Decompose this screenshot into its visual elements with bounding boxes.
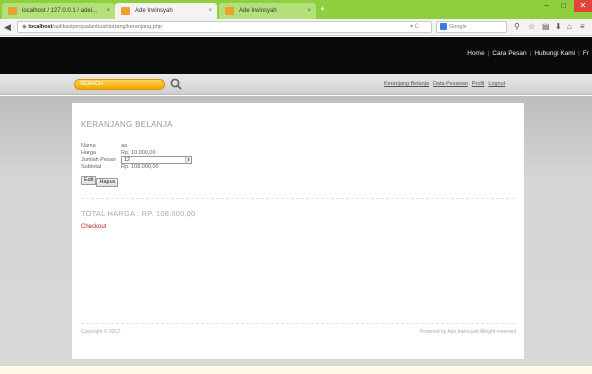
url-host: localhost (28, 24, 53, 30)
browser-nav-bar: ◀ ◉ localhost/aplikasipenjualanbuahbaran… (0, 19, 592, 36)
powered-by-text: Powered by Ade Irwinsyah Allright reserv… (419, 329, 516, 335)
site-header: Home | Cara Pesan | Hubungi Kami | Fr (0, 37, 592, 74)
spinner-arrows-icon[interactable]: ⬍ (185, 157, 191, 163)
field-value: Rp. 108.000,00 (121, 164, 159, 170)
reload-icon[interactable]: ▾ C (410, 21, 419, 33)
bookmarks-icon[interactable]: ▤ (542, 22, 550, 32)
link-logout[interactable]: Logout (488, 81, 505, 87)
url-path: /aplikasipenjualanbuahbarang/keranjang.p… (52, 24, 162, 30)
tab-title: localhost / 127.0.0.1 / adei... (22, 8, 98, 14)
minimize-button[interactable]: – (539, 0, 554, 12)
search-icon[interactable] (170, 77, 182, 91)
site-search-input[interactable]: SEARCH (74, 79, 165, 90)
phpmyadmin-favicon-icon (8, 7, 17, 15)
quantity-value: 12 (124, 157, 131, 163)
home-icon[interactable]: ⌂ (567, 22, 572, 32)
content-panel: KERANJANG BELANJA Nama aa Harga Rp. 10.0… (72, 103, 524, 359)
browser-tab-phpmyadmin[interactable]: localhost / 127.0.0.1 / adei... × (2, 3, 115, 19)
google-icon (440, 23, 447, 31)
main-nav: Home | Cara Pesan | Hubungi Kami | Fr (464, 50, 592, 57)
browser-tab-ade-1[interactable]: Ade Irwinsyah × (115, 3, 217, 19)
close-tab-icon[interactable]: × (208, 3, 212, 19)
link-keranjang-belanja[interactable]: Keranjang Belanja (384, 81, 429, 87)
back-arrow-icon[interactable]: ◀ (4, 22, 11, 32)
tab-title: Ade Irwinsyah (239, 8, 277, 14)
delete-button[interactable]: Hapus (96, 178, 119, 187)
field-value: aa (121, 143, 128, 149)
total-price: TOTAL HARGA : RP. 108.000,00 (81, 209, 196, 218)
field-label: Jumlah Pesan (81, 157, 116, 163)
nav-home[interactable]: Home (464, 50, 487, 57)
address-bar[interactable]: ◉ localhost/aplikasipenjualanbuahbarang/… (17, 21, 432, 33)
field-label: Harga (81, 150, 96, 156)
site-favicon-icon (225, 7, 234, 15)
search-icon[interactable]: ⚲ (514, 22, 520, 32)
quantity-stepper[interactable]: 12 ⬍ (121, 156, 192, 164)
divider (81, 323, 517, 324)
item-actions: Edit Hapus (81, 176, 119, 187)
divider (81, 198, 517, 199)
copyright-text: Copyright © 2012. (81, 329, 122, 335)
nav-more[interactable]: Fr (580, 50, 592, 57)
browser-tab-strip: localhost / 127.0.0.1 / adei... × Ade Ir… (0, 0, 592, 19)
site-search-bar: SEARCH Keranjang Belanja Data Pesanan Prof… (0, 74, 592, 95)
field-label: Nama (81, 143, 96, 149)
browser-search-placeholder: Google (449, 24, 467, 30)
bottom-band (0, 366, 592, 374)
browser-tab-ade-2[interactable]: Ade Irwinsyah × (219, 3, 316, 19)
edit-button[interactable]: Edit (81, 176, 97, 185)
link-profil[interactable]: Profil (472, 81, 485, 87)
field-label: Subtotal (81, 164, 102, 170)
nav-cara-pesan[interactable]: Cara Pesan (489, 50, 529, 57)
page-title: KERANJANG BELANJA (81, 120, 173, 129)
menu-icon[interactable]: ≡ (580, 22, 585, 32)
browser-search-box[interactable]: Google (436, 21, 507, 33)
close-tab-icon[interactable]: × (307, 3, 311, 19)
star-bookmark-icon[interactable]: ☆ (528, 22, 535, 32)
tab-title: Ade Irwinsyah (135, 8, 173, 14)
new-tab-button[interactable]: + (320, 3, 325, 16)
user-nav: Keranjang Belanja Data Pesanan Profil Logou… (384, 81, 509, 87)
download-icon[interactable]: ⬇ (555, 22, 562, 32)
nav-hubungi-kami[interactable]: Hubungi Kami (531, 50, 578, 57)
maximize-button[interactable]: □ (556, 0, 571, 12)
close-tab-icon[interactable]: × (106, 3, 110, 19)
link-data-pesanan[interactable]: Data Pesanan (433, 81, 468, 87)
checkout-link[interactable]: Checkout (81, 224, 106, 230)
close-window-button[interactable]: ✕ (574, 0, 592, 12)
site-favicon-icon (121, 7, 130, 15)
